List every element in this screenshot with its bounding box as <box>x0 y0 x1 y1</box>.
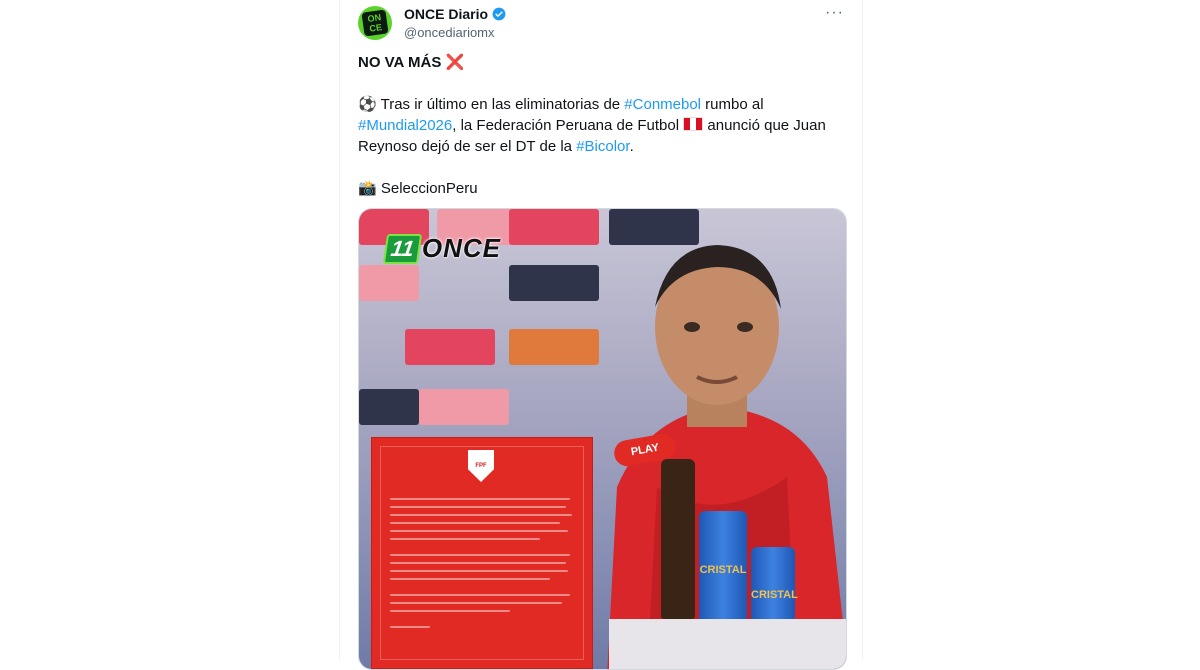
hashtag-bicolor[interactable]: #Bicolor <box>576 138 629 155</box>
body-text: , la Federación Peruana de Futbol <box>452 117 684 134</box>
can-label: CRISTAL <box>751 589 798 602</box>
sponsor-tile <box>509 329 599 365</box>
verified-badge-icon <box>492 7 506 21</box>
cross-mark-icon: ❌ <box>445 54 465 71</box>
photo-credit: 📸 SeleccionPeru <box>358 178 848 199</box>
body-text: Tras ir último en las eliminatorias de <box>380 96 625 113</box>
camera-icon: 📸 <box>358 180 377 197</box>
soccer-ball-icon: ⚽ <box>358 96 377 113</box>
bottle <box>661 459 695 619</box>
sponsor-tile <box>359 265 419 301</box>
author-row: ONCE Diario <box>404 6 506 22</box>
crest-label: FPF <box>475 463 487 469</box>
avatar-logo: ON CE <box>361 9 389 37</box>
sponsor-tile <box>509 209 599 245</box>
body-text: . <box>629 138 634 155</box>
once-logo: 11 ONCE <box>382 233 501 264</box>
tweet-image[interactable]: 11 ONCE FPF PLAY CRISTAL CRISTAL <box>358 208 847 670</box>
hashtag-mundial2026[interactable]: #Mundial2026 <box>358 117 452 134</box>
author-name[interactable]: ONCE Diario <box>404 6 488 22</box>
headline: NO VA MÁS ❌ <box>358 52 848 73</box>
author-handle[interactable]: @oncediariomx <box>404 25 495 40</box>
body-text: rumbo al <box>701 96 764 113</box>
sponsor-tile <box>419 389 509 425</box>
sponsor-tile <box>359 389 419 425</box>
avatar-text: ON CE <box>366 12 383 34</box>
tweet-text: NO VA MÁS ❌ ⚽ Tras ir último en las elim… <box>358 52 848 199</box>
avatar[interactable]: ON CE <box>358 6 392 40</box>
credit-text: SeleccionPeru <box>380 180 478 197</box>
tweet-card: ON CE ONCE Diario @oncediariomx ··· NO V… <box>339 0 863 670</box>
can-label: CRISTAL <box>699 563 747 576</box>
logo-word: ONCE <box>421 233 501 263</box>
sponsor-tile <box>509 265 599 301</box>
fpf-statement-letter: FPF <box>371 437 593 669</box>
press-table <box>609 619 846 669</box>
peru-flag-icon <box>683 117 704 131</box>
headline-text: NO VA MÁS <box>358 54 442 71</box>
hashtag-conmebol[interactable]: #Conmebol <box>624 96 701 113</box>
beverage-can: CRISTAL <box>699 511 747 631</box>
sponsor-tile <box>405 329 495 365</box>
more-options-icon[interactable]: ··· <box>825 4 844 22</box>
body-paragraph: ⚽ Tras ir último en las eliminatorias de… <box>358 94 848 157</box>
logo-number: 11 <box>382 233 422 264</box>
